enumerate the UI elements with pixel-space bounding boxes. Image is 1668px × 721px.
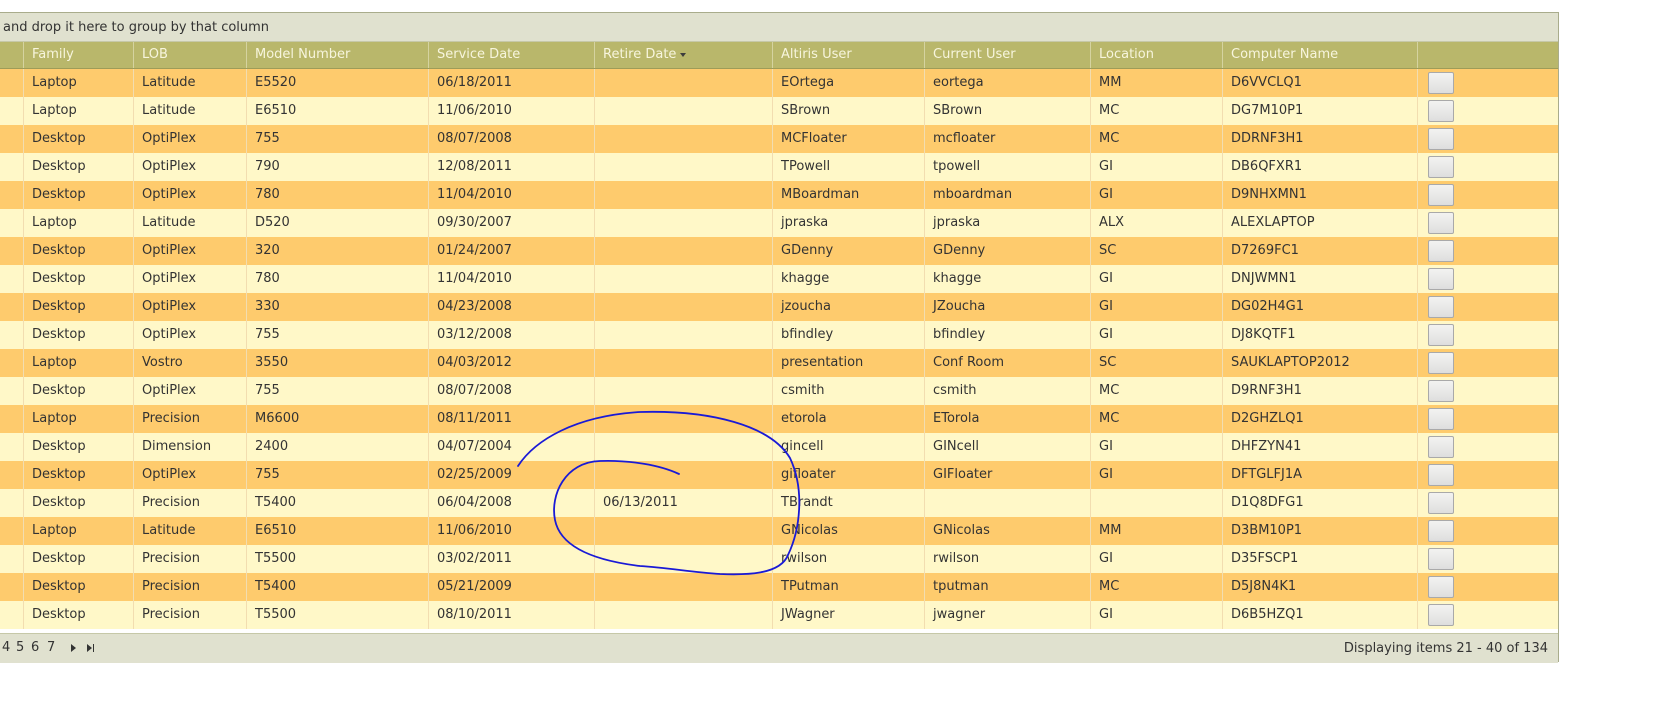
hand-drawn-circle-annotation	[517, 410, 801, 576]
outer-loop-stroke	[517, 410, 801, 576]
